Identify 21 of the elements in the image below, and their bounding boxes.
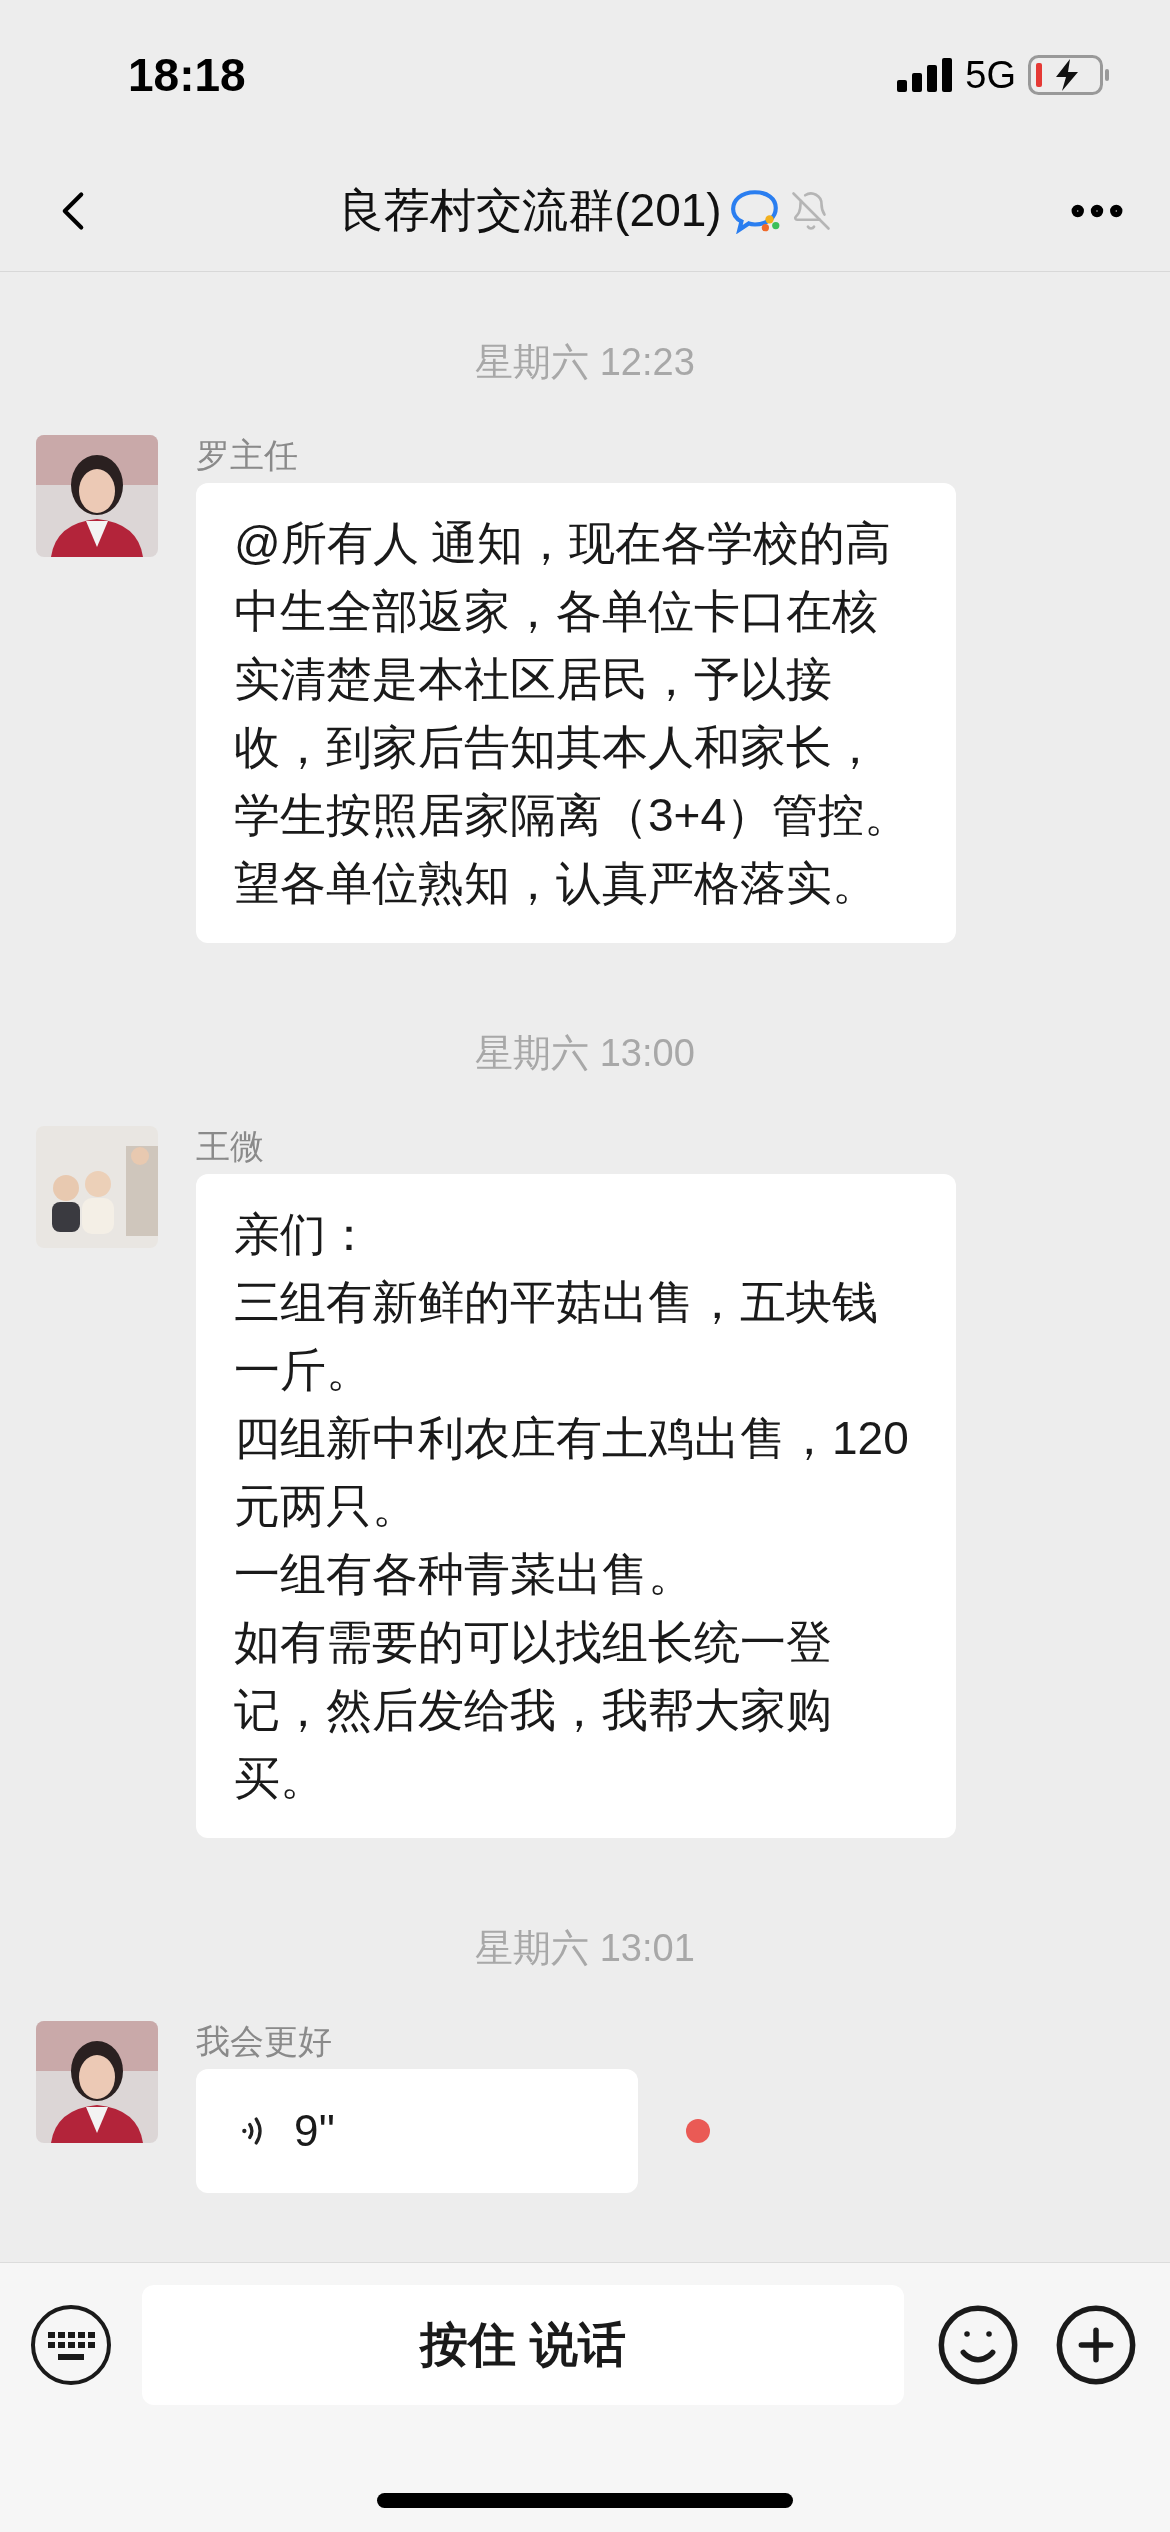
timestamp: 星期六 13:01 xyxy=(475,1926,695,1971)
battery-charging-icon xyxy=(1028,55,1110,95)
network-label: 5G xyxy=(965,52,1016,98)
signal-icon xyxy=(897,58,954,92)
message-line: 亲们： xyxy=(234,1207,373,1262)
message-line: 四组新中利农庄有土鸡出售，120元两只。 xyxy=(234,1411,910,1534)
status-time: 18:18 xyxy=(128,47,246,103)
message-line: 三组有新鲜的平菇出售，五块钱一斤。 xyxy=(234,1275,879,1398)
message-bubble[interactable]: @所有人 通知，现在各学校的高中生全部返家，各单位卡口在核实清楚是本社区居民，予以接收，到家后告知其本人和家长，学生按照居家隔离（3+4）管控。望各单位熟知，认真严格落实。 xyxy=(196,483,956,943)
hold-to-talk-button[interactable]: 按住 说话 xyxy=(142,2285,904,2405)
sender-name: 罗主任 xyxy=(196,435,299,475)
chat-title: 良荐村交流群(201) xyxy=(338,183,722,238)
sender-name: 王微 xyxy=(196,1126,265,1166)
message-line: 如有需要的可以找组长统一登记，然后发给我，我帮大家购买。 xyxy=(234,1615,833,1806)
voice-message[interactable]: 9'' xyxy=(196,2069,638,2193)
message-line: 一组有各种青菜出售。 xyxy=(234,1547,695,1602)
keyboard-icon[interactable] xyxy=(30,2304,112,2386)
chat-bubble-icon xyxy=(729,187,782,234)
sender-name: 我会更好 xyxy=(196,2021,333,2061)
timestamp: 星期六 12:23 xyxy=(475,340,695,385)
timestamp: 星期六 13:00 xyxy=(475,1031,695,1076)
